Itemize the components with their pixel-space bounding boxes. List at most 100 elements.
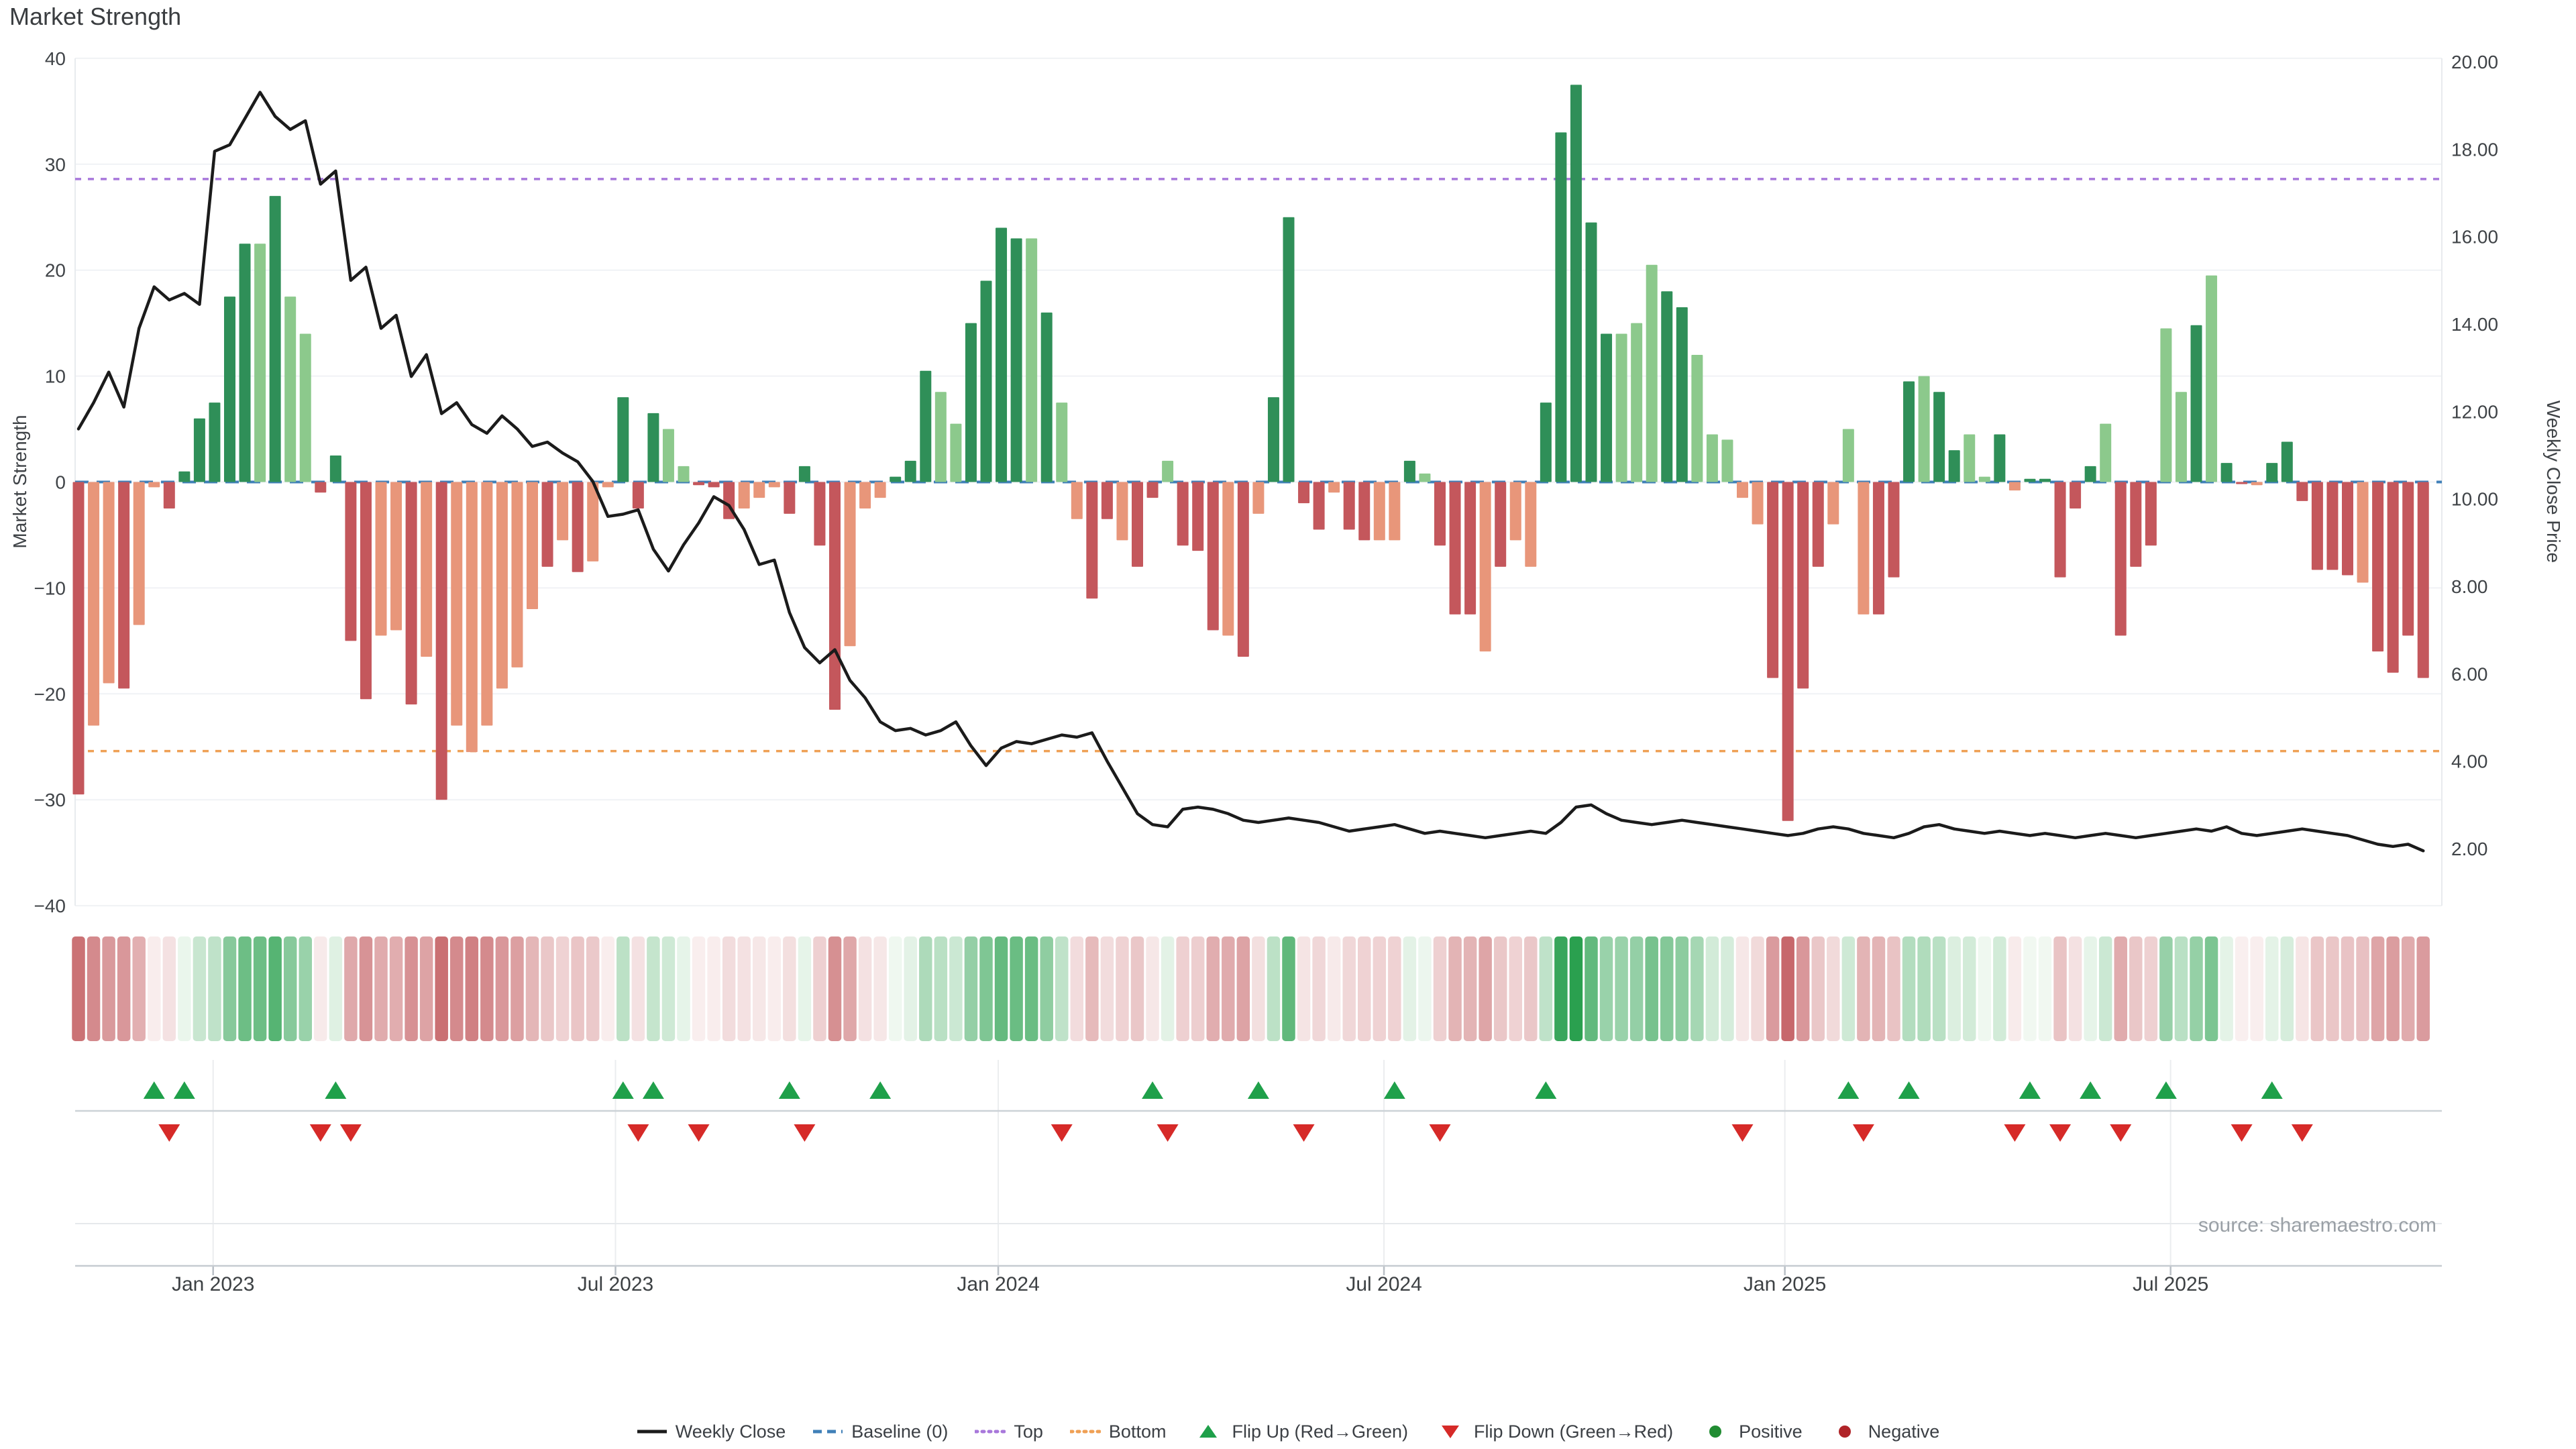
strength-bar	[950, 424, 961, 482]
strength-bar	[1979, 477, 1990, 482]
flip-down-marker	[310, 1124, 331, 1142]
strength-bar	[2357, 482, 2369, 583]
flip-up-marker	[779, 1081, 800, 1099]
strength-bar	[88, 482, 99, 726]
strength-bar	[542, 482, 553, 567]
heatmap-cell	[753, 936, 766, 1041]
strength-bar	[1691, 355, 1703, 482]
legend-item-weekly-close[interactable]: Weekly Close	[637, 1421, 786, 1442]
heatmap-cell	[722, 936, 736, 1041]
heatmap-cell	[995, 936, 1008, 1041]
solid-line-icon	[637, 1424, 667, 1440]
strength-bar	[1268, 397, 1279, 482]
strength-bar	[784, 482, 795, 514]
strength-bar	[1540, 402, 1552, 482]
legend-item-positive[interactable]: Positive	[1700, 1421, 1803, 1442]
legend-item-top[interactable]: Top	[975, 1421, 1043, 1442]
heatmap-cell	[768, 936, 782, 1041]
heatmap-cell	[813, 936, 826, 1041]
strength-bar	[1737, 482, 1748, 498]
strength-bar	[1041, 313, 1053, 482]
flip-up-marker	[869, 1081, 891, 1099]
heatmap-cell	[1645, 936, 1658, 1041]
heatmap-cell	[1857, 936, 1870, 1041]
strength-bar	[1752, 482, 1764, 525]
strength-bar	[527, 482, 538, 609]
heatmap-cell	[1479, 936, 1492, 1041]
dotted-line-icon	[1070, 1424, 1101, 1440]
strength-bar	[2372, 482, 2383, 652]
legend-item-flip-up-red-green[interactable]: Flip Up (Red→Green)	[1193, 1421, 1408, 1442]
strength-bar	[845, 482, 856, 647]
strength-bar	[1827, 482, 1839, 525]
price-line-group	[78, 93, 2423, 851]
strength-bar	[1238, 482, 1249, 657]
strength-bar	[1358, 482, 1370, 541]
right-tick-label: 10.00	[2451, 489, 2498, 510]
flip-down-marker	[2292, 1124, 2313, 1142]
heatmap-cell	[1267, 936, 1281, 1041]
strength-bar	[284, 297, 296, 482]
heatmap-cell	[1736, 936, 1750, 1041]
strength-bar	[421, 482, 432, 657]
heatmap-cell	[1071, 936, 1084, 1041]
strength-bar	[1586, 223, 1597, 482]
strength-bar	[148, 482, 160, 488]
strength-bar	[1404, 461, 1415, 482]
strength-bar	[739, 482, 750, 508]
legend-item-bottom[interactable]: Bottom	[1070, 1421, 1167, 1442]
strength-bar	[466, 482, 478, 753]
strength-bar	[2342, 482, 2353, 576]
legend-item-baseline-0[interactable]: Baseline (0)	[812, 1421, 948, 1442]
heatmap-cell	[2341, 936, 2355, 1041]
heatmap-cell	[2235, 936, 2249, 1041]
x-tick-label: Jan 2023	[172, 1273, 254, 1295]
right-tick-label: 14.00	[2451, 314, 2498, 335]
heatmap-cell	[919, 936, 932, 1041]
heatmap-cell	[979, 936, 993, 1041]
strength-bar	[1933, 392, 1945, 482]
flip-down-marker	[2004, 1124, 2025, 1142]
strength-bar	[2085, 466, 2096, 482]
strength-bar	[1011, 238, 1022, 482]
heatmap-cell	[1812, 936, 1825, 1041]
heatmap-cell	[541, 936, 554, 1041]
right-tick-label: 8.00	[2451, 576, 2488, 597]
heatmap-cell	[1887, 936, 1900, 1041]
heatmap-cell	[904, 936, 918, 1041]
threshold-lines	[75, 179, 2442, 751]
strength-bar	[1313, 482, 1325, 530]
legend-item-label: Flip Down (Green→Red)	[1474, 1421, 1673, 1442]
heatmap-cell	[466, 936, 479, 1041]
legend-item-label: Flip Up (Red→Green)	[1232, 1421, 1408, 1442]
legend-item-negative[interactable]: Negative	[1829, 1421, 1940, 1442]
strength-bar	[996, 228, 1007, 482]
heatmap-cell	[1570, 936, 1583, 1041]
legend-item-flip-down-green-red[interactable]: Flip Down (Green→Red)	[1435, 1421, 1673, 1442]
heatmap-cell	[1403, 936, 1417, 1041]
heatmap-cell	[1947, 936, 1961, 1041]
heatmap-cell	[117, 936, 131, 1041]
strength-bar	[647, 413, 659, 482]
heatmap-cell	[1721, 936, 1734, 1041]
heatmap-cell	[2205, 936, 2218, 1041]
heatmap-cell	[2145, 936, 2158, 1041]
strength-bar	[1858, 482, 1869, 614]
heatmap-cell	[662, 936, 676, 1041]
heatmap-cell	[1902, 936, 1916, 1041]
heatmap-cell	[254, 936, 267, 1041]
flip-up-marker	[2080, 1081, 2101, 1099]
heatmap-cell	[1342, 936, 1356, 1041]
strength-bar	[1601, 333, 1612, 482]
strength-bar	[1555, 132, 1566, 482]
heatmap-cell	[1963, 936, 1976, 1041]
heatmap-cell	[1842, 936, 1856, 1041]
heatmap-cell	[1448, 936, 1462, 1041]
heatmap-cell	[707, 936, 720, 1041]
strength-bar	[2296, 482, 2308, 501]
heatmap-cell	[1358, 936, 1371, 1041]
heatmap-cell	[132, 936, 146, 1041]
left-tick-label: 10	[45, 366, 66, 387]
heatmap-cell	[616, 936, 630, 1041]
left-tick-label: 30	[45, 154, 66, 175]
